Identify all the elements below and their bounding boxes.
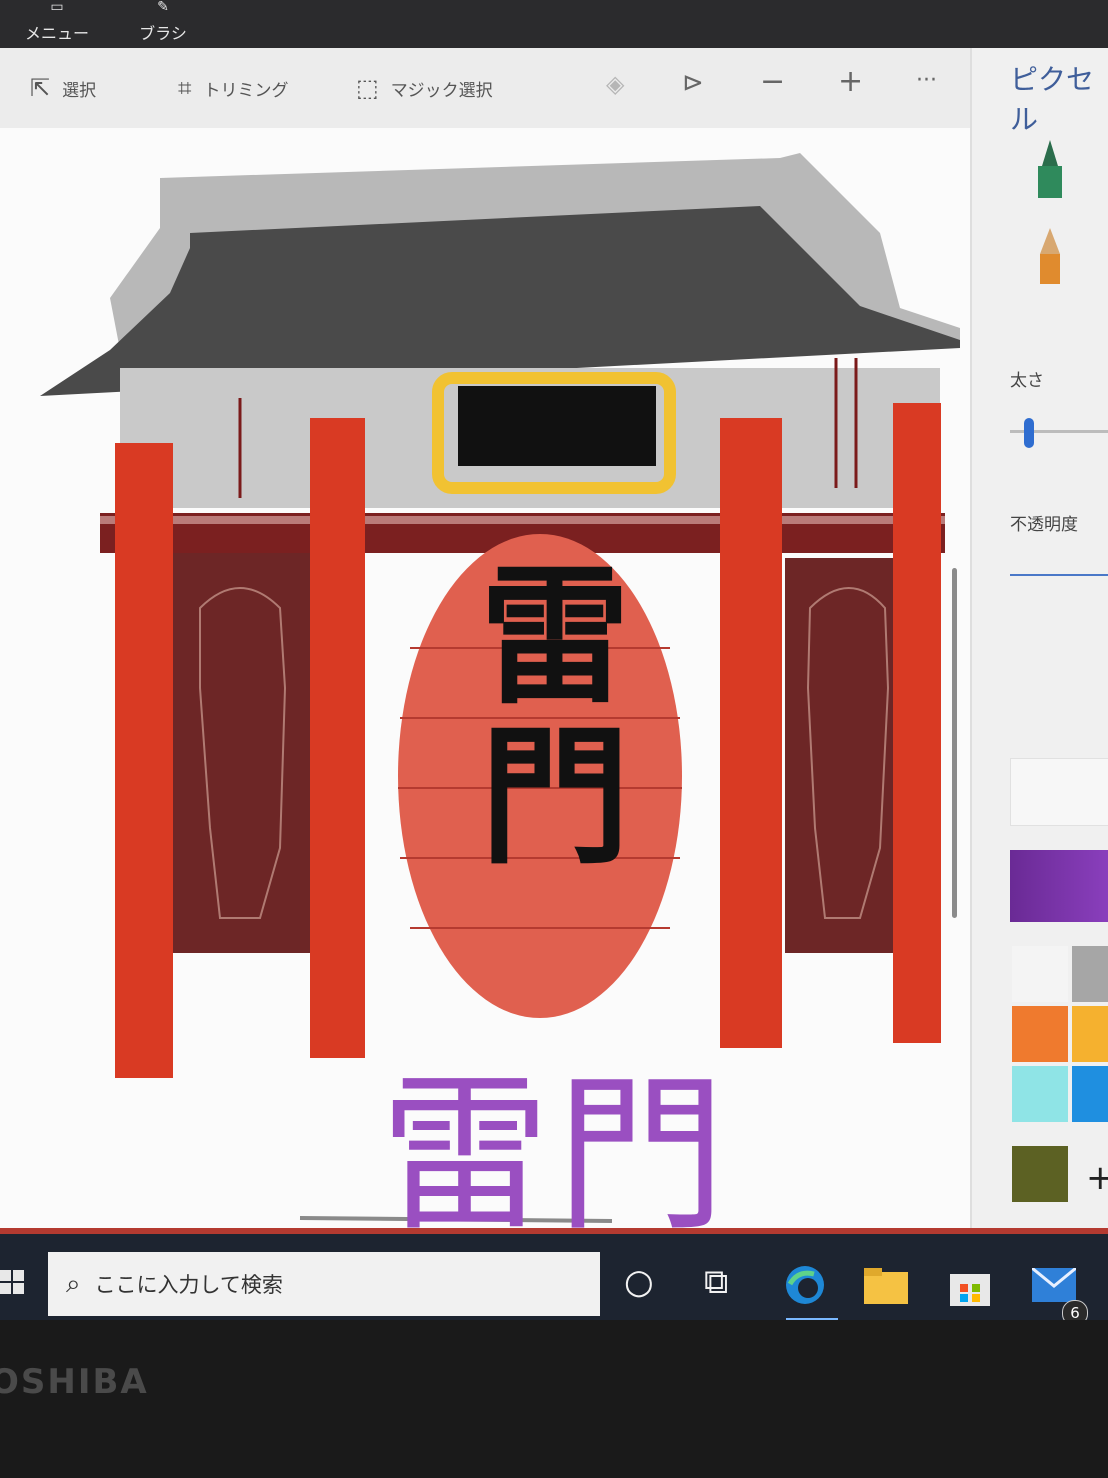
- brush-preview: [1010, 758, 1108, 826]
- add-color-button[interactable]: +: [1086, 1158, 1108, 1198]
- zoom-in-icon[interactable]: +: [838, 64, 863, 99]
- color-swatch-orange[interactable]: [1012, 1006, 1068, 1062]
- brush-icon: ✎: [157, 0, 169, 15]
- app-menu-bar: ▭ メニュー ✎ ブラシ: [0, 0, 1108, 48]
- search-icon: ⌕: [66, 1268, 81, 1299]
- pillar-right-outer: [893, 403, 941, 1043]
- crop-tool-label: トリミング: [203, 80, 289, 101]
- search-placeholder: ここに入力して検索: [94, 1273, 283, 1297]
- zoom-out-icon[interactable]: −: [760, 64, 785, 99]
- right-banner: [785, 558, 897, 953]
- taskbar-search-box[interactable]: ⌕ ここに入力して検索: [48, 1252, 600, 1316]
- beam-highlight: [100, 516, 945, 524]
- store-icon[interactable]: [950, 1264, 990, 1306]
- crop-tool[interactable]: ⌗ トリミング: [178, 70, 289, 106]
- vertical-scrollbar[interactable]: [952, 568, 957, 918]
- magic-select-tool[interactable]: ⬚ マジック選択: [356, 70, 493, 106]
- laptop-bezel: OSHIBA: [0, 1320, 1108, 1478]
- panel-title: ピクセル: [1010, 63, 1095, 136]
- canvas-toolbar: ⇱ 選択 ⌗ トリミング ⬚ マジック選択 ◈ ⊳ − + ···: [0, 48, 970, 129]
- plaque: [458, 386, 656, 466]
- pillar-left-outer: [115, 443, 173, 1078]
- file-explorer-icon[interactable]: [864, 1268, 908, 1304]
- laptop-brand-logo: OSHIBA: [0, 1362, 149, 1402]
- more-options-button[interactable]: ···: [916, 68, 937, 93]
- color-swatch-blue[interactable]: [1072, 1066, 1108, 1122]
- pillar-left-inner: [310, 418, 365, 1058]
- crop-icon: ⌗: [178, 74, 192, 102]
- menu-label: メニュー: [24, 24, 89, 43]
- left-banner: [172, 553, 310, 953]
- flag-icon[interactable]: ⊳: [682, 68, 704, 98]
- opacity-label: 不透明度: [1010, 515, 1078, 535]
- task-view-icon[interactable]: ⧉: [704, 1262, 728, 1302]
- current-color-swatch[interactable]: [1010, 850, 1108, 922]
- edge-browser-icon[interactable]: [784, 1264, 826, 1306]
- pencil-icon[interactable]: [1032, 226, 1068, 286]
- mail-icon[interactable]: [1032, 1268, 1076, 1302]
- menu-button[interactable]: ▭ メニュー: [12, 0, 102, 48]
- windows-taskbar: ⌕ ここに入力して検索 ○ ⧉ 6: [0, 1228, 1108, 1326]
- pillar-right-inner: [720, 418, 782, 1048]
- select-tool[interactable]: ⇱ 選択: [30, 70, 96, 106]
- color-swatch-grey[interactable]: [1072, 946, 1108, 1002]
- opacity-slider[interactable]: [1010, 574, 1108, 576]
- sticker-icon[interactable]: ◈: [606, 70, 624, 98]
- thickness-slider[interactable]: [1024, 418, 1034, 448]
- select-tool-label: 選択: [62, 80, 97, 101]
- brush-settings-panel: ピクセル 太さ 不透明度 +: [970, 48, 1108, 1228]
- signature-text: 雷門: [380, 1057, 733, 1228]
- cortana-icon[interactable]: ○: [624, 1262, 654, 1302]
- color-swatch-yellow[interactable]: [1072, 1006, 1108, 1062]
- lantern-text: 雷門: [480, 551, 631, 885]
- brush-button[interactable]: ✎ ブラシ: [118, 0, 208, 48]
- menu-icon: ▭: [50, 0, 64, 15]
- brush-label: ブラシ: [139, 24, 187, 43]
- thickness-label: 太さ: [1010, 371, 1044, 391]
- color-swatch-white[interactable]: [1012, 946, 1068, 1002]
- color-swatch-olive[interactable]: [1012, 1146, 1068, 1202]
- drawing-canvas[interactable]: 雷門 雷門: [0, 128, 970, 1228]
- paint-app-window: ⇱ 選択 ⌗ トリミング ⬚ マジック選択 ◈ ⊳ − + ··· 雷門 雷門 …: [0, 48, 1108, 1228]
- cursor-icon: ⇱: [30, 74, 51, 102]
- color-swatch-light-blue[interactable]: [1012, 1066, 1068, 1122]
- marker-icon[interactable]: [1030, 138, 1070, 200]
- magic-select-label: マジック選択: [390, 80, 493, 101]
- magic-select-icon: ⬚: [356, 74, 379, 102]
- start-windows-icon[interactable]: [0, 1270, 24, 1294]
